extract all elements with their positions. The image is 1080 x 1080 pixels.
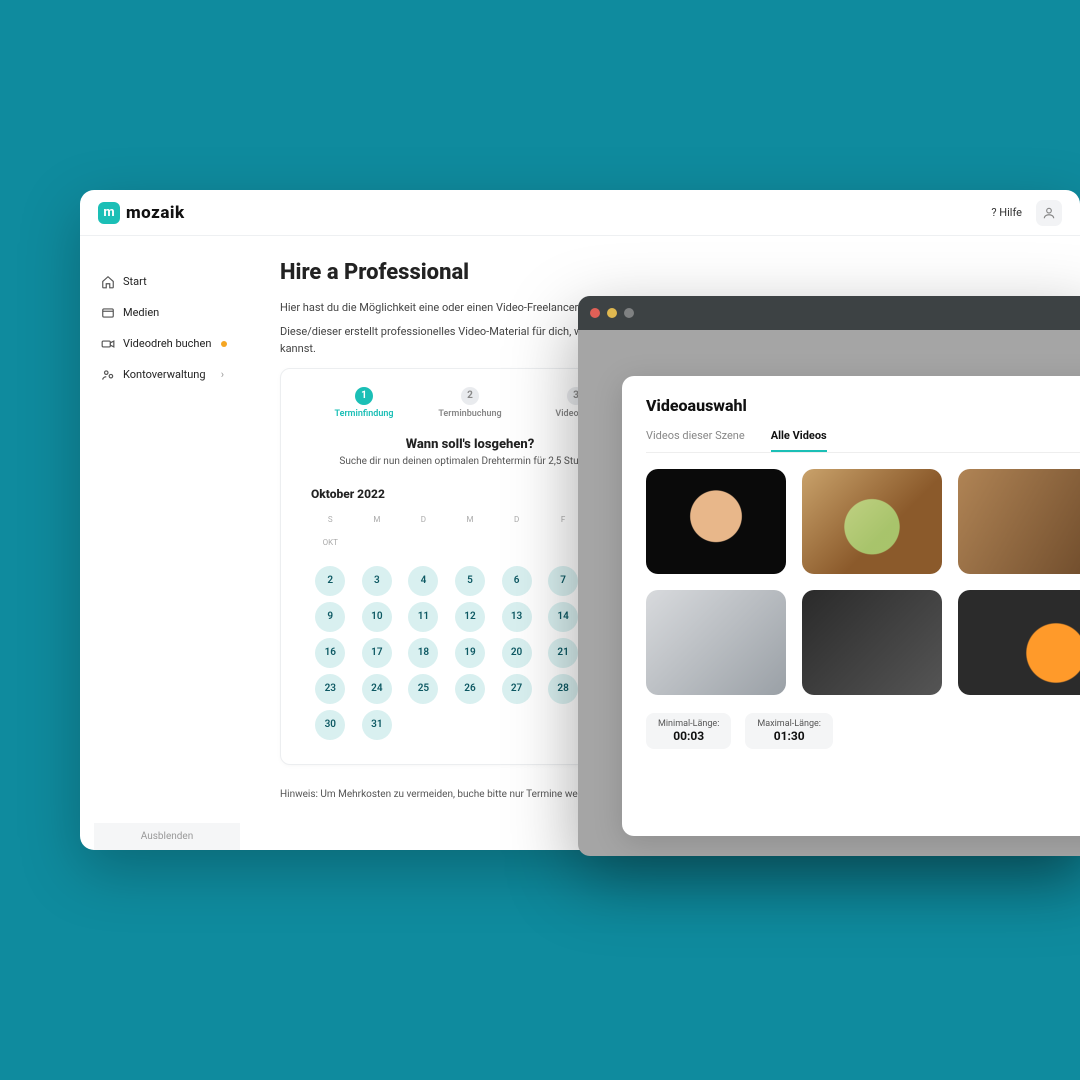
- calendar-day[interactable]: 4: [408, 566, 438, 596]
- video-picker-title: Videoauswahl: [646, 396, 1080, 415]
- tab-scene-videos[interactable]: Videos dieser Szene: [646, 429, 745, 452]
- calendar-dow: S: [311, 515, 350, 524]
- sidebar-item-videodreh-buchen[interactable]: Videodreh buchen: [94, 328, 240, 359]
- logo-mark-icon: m: [98, 202, 120, 224]
- video-picker-tabs: Videos dieser Szene Alle Videos: [646, 429, 1080, 453]
- video-picker-panel: Videoauswahl Videos dieser Szene Alle Vi…: [622, 376, 1080, 836]
- calendar-day[interactable]: 2: [315, 566, 345, 596]
- max-length-value: 01:30: [774, 729, 805, 743]
- calendar-day[interactable]: 31: [362, 710, 392, 740]
- calendar-day[interactable]: 28: [548, 674, 578, 704]
- calendar-day[interactable]: 20: [502, 638, 532, 668]
- calendar-dow: F: [544, 515, 583, 524]
- browser-window: Videoauswahl Videos dieser Szene Alle Vi…: [578, 296, 1080, 856]
- calendar-day[interactable]: 13: [502, 602, 532, 632]
- calendar-day[interactable]: 11: [408, 602, 438, 632]
- max-length-box: Maximal-Länge: 01:30: [745, 713, 833, 749]
- calendar-day[interactable]: 10: [362, 602, 392, 632]
- min-length-value: 00:03: [673, 729, 704, 743]
- min-length-label: Minimal-Länge:: [658, 719, 719, 729]
- account-button[interactable]: [1036, 200, 1062, 226]
- calendar-day[interactable]: 14: [548, 602, 578, 632]
- topbar: m mozaik ? Hilfe: [80, 190, 1080, 236]
- video-thumbnail[interactable]: [802, 590, 942, 695]
- calendar-day[interactable]: 18: [408, 638, 438, 668]
- calendar-month: Oktober 2022: [311, 487, 385, 501]
- sidebar-item-start[interactable]: Start: [94, 266, 240, 297]
- calendar-day[interactable]: 16: [315, 638, 345, 668]
- video-thumbnail[interactable]: [646, 590, 786, 695]
- help-link[interactable]: ? Hilfe: [991, 206, 1022, 219]
- step-terminbuchung[interactable]: 2 Terminbuchung: [417, 387, 523, 419]
- traffic-light-minimize-icon[interactable]: [607, 308, 617, 318]
- calendar-day[interactable]: 5: [455, 566, 485, 596]
- step-label: Terminfindung: [334, 409, 393, 419]
- video-thumbnail[interactable]: [646, 469, 786, 574]
- calendar-day[interactable]: 25: [408, 674, 438, 704]
- calendar-day[interactable]: 12: [455, 602, 485, 632]
- video-thumbnail[interactable]: [958, 469, 1080, 574]
- brand: m mozaik: [98, 202, 185, 224]
- camera-icon: [100, 336, 115, 351]
- calendar-day[interactable]: 9: [315, 602, 345, 632]
- sidebar-item-label: Start: [123, 275, 147, 288]
- brand-name: mozaik: [126, 203, 185, 223]
- tab-all-videos[interactable]: Alle Videos: [771, 429, 827, 452]
- traffic-light-zoom-icon[interactable]: [624, 308, 634, 318]
- user-icon: [1042, 206, 1056, 220]
- calendar-dow: D: [497, 515, 536, 524]
- calendar-day[interactable]: 30: [315, 710, 345, 740]
- calendar-day[interactable]: 21: [548, 638, 578, 668]
- calendar-dow: M: [451, 515, 490, 524]
- sidebar: Start Medien Videodreh buchen Kontover: [80, 236, 240, 850]
- settings-icon: [100, 367, 115, 382]
- calendar-dow: M: [358, 515, 397, 524]
- calendar-day[interactable]: 6: [502, 566, 532, 596]
- window-titlebar: [578, 296, 1080, 330]
- calendar-day[interactable]: 23: [315, 674, 345, 704]
- calendar-dow: D: [404, 515, 443, 524]
- video-thumbnail[interactable]: [958, 590, 1080, 695]
- calendar-day[interactable]: 3: [362, 566, 392, 596]
- calendar-day[interactable]: 7: [548, 566, 578, 596]
- media-icon: [100, 305, 115, 320]
- chevron-right-icon: ›: [221, 368, 224, 381]
- step-number: 1: [355, 387, 373, 405]
- step-label: Terminbuchung: [438, 409, 501, 419]
- notification-dot-icon: [221, 341, 227, 347]
- video-thumbnail[interactable]: [802, 469, 942, 574]
- calendar-day[interactable]: 24: [362, 674, 392, 704]
- sidebar-item-medien[interactable]: Medien: [94, 297, 240, 328]
- calendar-day[interactable]: 19: [455, 638, 485, 668]
- calendar-day[interactable]: 17: [362, 638, 392, 668]
- sidebar-item-label: Videodreh buchen: [123, 337, 211, 350]
- traffic-light-close-icon[interactable]: [590, 308, 600, 318]
- min-length-box: Minimal-Länge: 00:03: [646, 713, 731, 749]
- video-thumbnail-grid: [646, 469, 1080, 695]
- page-title: Hire a Professional: [280, 260, 1040, 285]
- home-icon: [100, 274, 115, 289]
- sidebar-item-label: Medien: [123, 306, 159, 319]
- sidebar-collapse[interactable]: Ausblenden: [94, 823, 240, 850]
- calendar-day[interactable]: 26: [455, 674, 485, 704]
- max-length-label: Maximal-Länge:: [757, 719, 821, 729]
- step-terminfindung[interactable]: 1 Terminfindung: [311, 387, 417, 419]
- calendar-month-short: OKT: [311, 530, 350, 560]
- step-number: 2: [461, 387, 479, 405]
- sidebar-item-label: Kontoverwaltung: [123, 368, 206, 381]
- sidebar-item-kontoverwaltung[interactable]: Kontoverwaltung ›: [94, 359, 240, 390]
- calendar-day[interactable]: 27: [502, 674, 532, 704]
